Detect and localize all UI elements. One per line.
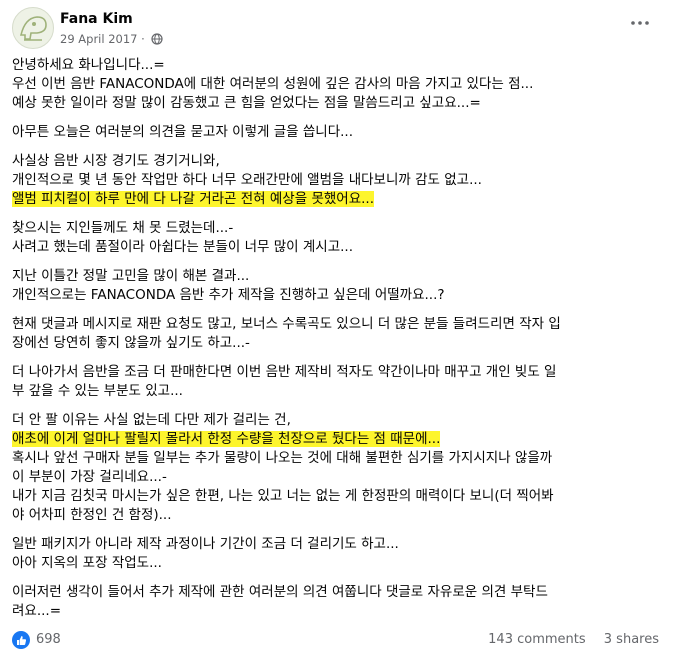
post-line: 부 갚을 수 있는 부분도 있고... [12, 383, 183, 399]
post-line: 려요...= [12, 603, 62, 619]
post-line: 일반 패키지가 아니라 제작 과정이나 기간이 조금 더 걸리기도 하고... [12, 536, 399, 552]
post-footer: 698 143 comments 3 shares [12, 629, 659, 653]
post-date[interactable]: 29 April 2017 · [60, 32, 164, 48]
facebook-post: Fana Kim 29 April 2017 · 안녕하세요 화나입니다...=… [0, 0, 673, 664]
highlighted-line: 애초에 이게 얼마나 팔릴지 몰라서 한정 수량을 천장으로 뒀다는 점 때문에… [12, 431, 441, 447]
post-header: Fana Kim 29 April 2017 · [12, 5, 662, 49]
globe-icon [151, 33, 164, 48]
author-name[interactable]: Fana Kim [60, 11, 133, 27]
highlighted-line: 앨범 피치컬이 하루 만에 다 나갈 거라곤 전혀 예상을 못했어요... [12, 191, 374, 207]
post-line: 더 안 팔 이유는 사실 없는데 다만 제가 걸리는 건, [12, 412, 291, 428]
post-date-text[interactable]: 29 April 2017 · [60, 32, 145, 46]
post-line: 사려고 했는데 품절이라 아쉽다는 분들이 너무 많이 계시고... [12, 239, 353, 255]
post-line: 혹시나 앞선 구매자 분들 일부는 추가 물량이 나오는 것에 대해 불편한 심… [12, 450, 553, 466]
post-line: 찾으시는 지인들께도 채 못 드렸는데...- [12, 220, 234, 236]
post-line: 이러저런 생각이 들어서 추가 제작에 관한 여러분의 의견 여쭙니다 댓글로 … [12, 584, 548, 600]
post-line: 내가 지금 김칫국 마시는가 싶은 한편, 나는 있고 너는 없는 게 한정판의… [12, 488, 554, 504]
post-line: 개인적으로는 FANACONDA 음반 추가 제작을 진행하고 싶은데 어떨까요… [12, 287, 445, 303]
avatar[interactable] [12, 7, 54, 49]
post-line: 우선 이번 음반 FANACONDA에 대한 여러분의 성원에 깊은 감사의 마… [12, 76, 534, 92]
post-line: 개인적으로 몇 년 동안 작업만 하다 너무 오래간만에 앨범을 내다보니까 감… [12, 172, 482, 188]
post-line: 장에선 당연히 좋지 않을까 싶기도 하고...- [12, 335, 250, 351]
post-line: 현재 댓글과 메시지로 재판 요청도 많고, 보너스 수록곡도 있으니 더 많은… [12, 316, 561, 332]
more-options-icon[interactable] [628, 11, 652, 35]
post-line: 아아 지옥의 포장 작업도... [12, 555, 162, 571]
post-line: 지난 이틀간 정말 고민을 많이 해본 결과... [12, 268, 250, 284]
post-line: 사실상 음반 시장 경기도 경기거니와, [12, 153, 220, 169]
like-reaction-icon[interactable] [12, 631, 30, 649]
post-line: 이 부분이 가장 걸리네요...- [12, 469, 167, 485]
post-line: 더 나아가서 음반을 조금 더 판매한다면 이번 음반 제작비 적자도 약간이나… [12, 364, 557, 380]
shares-count[interactable]: 3 shares [604, 632, 659, 647]
post-line: 안녕하세요 화나입니다...= [12, 57, 165, 73]
engagement-stats: 143 comments 3 shares [474, 632, 659, 647]
comments-count[interactable]: 143 comments [488, 632, 585, 647]
post-line: 야 어차피 한정인 건 함정)... [12, 507, 172, 523]
reaction-count[interactable]: 698 [36, 632, 61, 647]
post-line: 아무튼 오늘은 여러분의 의견을 묻고자 이렇게 글을 씁니다... [12, 124, 353, 140]
post-line: 예상 못한 일이라 정말 많이 감동했고 큰 힘을 얻었다는 점을 말씀드리고 … [12, 95, 481, 111]
